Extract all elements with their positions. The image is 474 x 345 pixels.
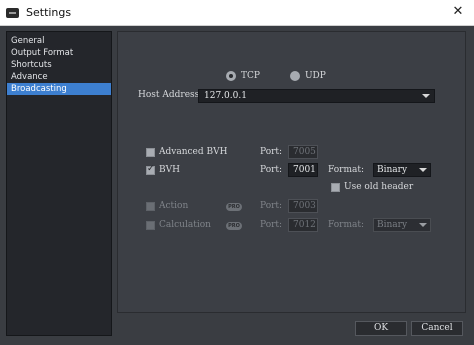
calculation-port-label: Port: — [260, 220, 283, 230]
title-bar: Settings ✕ — [0, 0, 474, 26]
calculation-label: Calculation — [159, 220, 211, 230]
tcp-radio[interactable]: TCP — [226, 71, 260, 81]
sidebar-item-output-format[interactable]: Output Format — [7, 47, 111, 59]
bvh-port-label: Port: — [260, 165, 283, 175]
bvh-port-input[interactable]: 7001 — [288, 163, 318, 177]
advanced-bvh-checkbox[interactable] — [146, 148, 155, 157]
use-old-header-label: Use old header — [344, 182, 414, 192]
sidebar-item-general[interactable]: General — [7, 35, 111, 47]
calculation-format-label: Format: — [328, 220, 365, 230]
advanced-bvh-label: Advanced BVH — [159, 147, 228, 157]
bvh-label: BVH — [159, 165, 180, 175]
settings-sidebar: General Output Format Shortcuts Advance … — [6, 31, 112, 336]
action-port-label: Port: — [260, 201, 283, 211]
host-address-label: Host Address: — [138, 90, 203, 100]
action-label: Action — [159, 201, 189, 211]
udp-radio-label: UDP — [304, 71, 326, 81]
close-icon[interactable]: ✕ — [450, 4, 466, 20]
bvh-format-select[interactable]: Binary — [373, 163, 431, 177]
bvh-format-value: Binary — [377, 165, 408, 175]
advanced-bvh-port-label: Port: — [260, 147, 283, 157]
chevron-down-icon — [419, 168, 427, 172]
ok-button[interactable]: OK — [355, 321, 407, 336]
broadcasting-panel: TCP UDP Host Address: 127.0.0.1 Advanced… — [117, 31, 466, 313]
window-title: Settings — [26, 6, 72, 19]
udp-radio-indicator[interactable] — [289, 71, 300, 81]
cancel-button[interactable]: Cancel — [411, 321, 463, 336]
calculation-format-select[interactable]: Binary — [373, 218, 431, 232]
chevron-down-icon — [419, 223, 427, 227]
bvh-checkbox[interactable] — [146, 164, 155, 175]
calculation-format-value: Binary — [377, 220, 408, 230]
tcp-radio-label: TCP — [241, 71, 260, 81]
use-old-header-checkbox[interactable] — [331, 183, 340, 192]
action-pro-badge: PRO — [226, 203, 242, 211]
tcp-radio-indicator[interactable] — [226, 71, 236, 81]
calculation-port-input[interactable]: 7012 — [288, 218, 318, 232]
advanced-bvh-port-input[interactable]: 7005 — [288, 145, 318, 159]
calculation-pro-badge: PRO — [226, 222, 242, 230]
sidebar-item-advance[interactable]: Advance — [7, 71, 111, 83]
sidebar-item-broadcasting[interactable]: Broadcasting — [7, 83, 111, 95]
udp-radio[interactable]: UDP — [289, 71, 326, 81]
host-address-value: 127.0.0.1 — [204, 91, 247, 101]
calculation-checkbox[interactable] — [146, 221, 155, 230]
sidebar-item-shortcuts[interactable]: Shortcuts — [7, 59, 111, 71]
protocol-radio-group: TCP UDP — [226, 71, 326, 81]
action-checkbox[interactable] — [146, 202, 155, 211]
bvh-format-label: Format: — [328, 165, 365, 175]
chevron-down-icon — [422, 94, 430, 98]
host-address-select[interactable]: 127.0.0.1 — [198, 89, 435, 103]
app-icon — [6, 8, 19, 18]
action-port-input[interactable]: 7003 — [288, 199, 318, 213]
